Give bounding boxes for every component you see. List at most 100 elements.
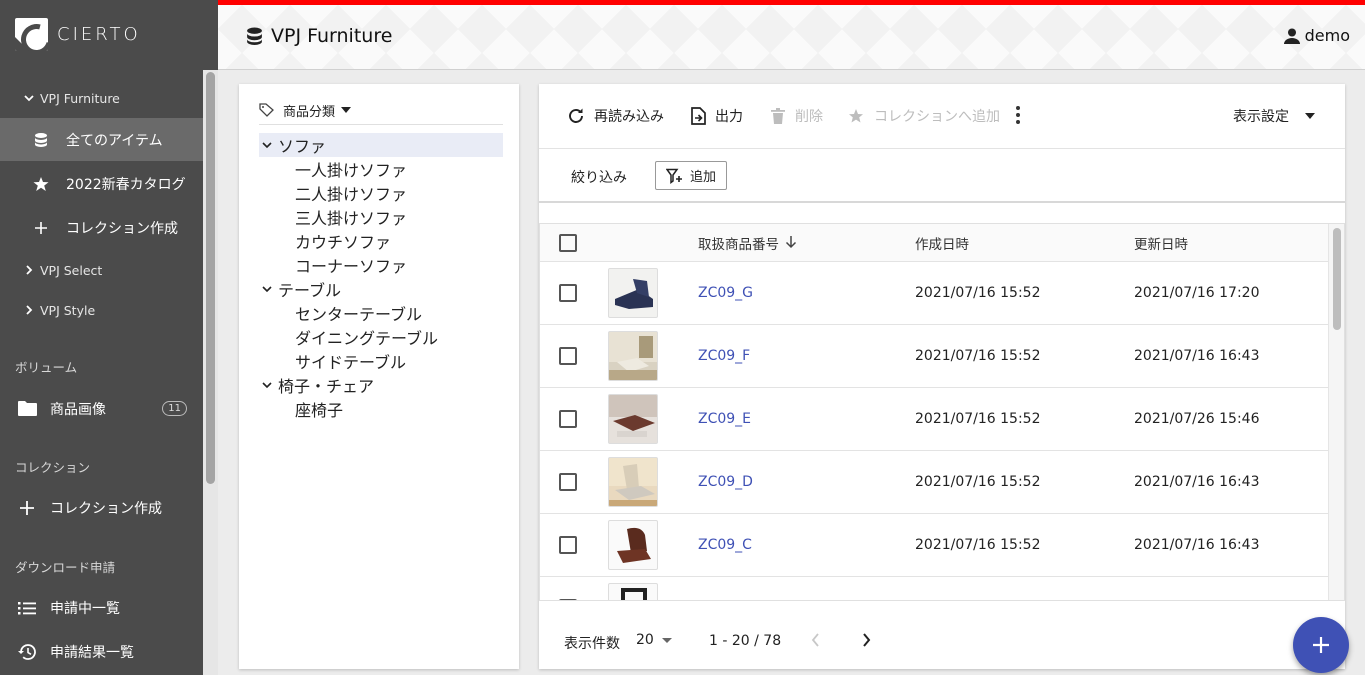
- scrollbar-thumb[interactable]: [1333, 228, 1341, 330]
- tree-header[interactable]: 商品分類: [259, 96, 503, 125]
- page-size-select[interactable]: 20: [636, 632, 672, 648]
- export-button[interactable]: 出力: [691, 106, 743, 126]
- add-filter-button[interactable]: 追加: [655, 161, 728, 190]
- tree-node-sofa[interactable]: ソファ: [259, 133, 503, 157]
- brand-logo[interactable]: CIERTO: [15, 18, 141, 51]
- chevron-down-icon: [259, 381, 275, 389]
- sidebar-group-label: VPJ Furniture: [40, 90, 120, 106]
- table-row[interactable]: ZC09_C 2021/07/16 15:52 2021/07/16 16:43: [540, 514, 1330, 577]
- created-date: 2021/07/16 15:52: [915, 537, 1041, 553]
- checkbox[interactable]: [559, 536, 577, 554]
- view-settings-label: 表示設定: [1233, 109, 1289, 125]
- tree-node-couch-sofa[interactable]: カウチソファ: [295, 229, 391, 253]
- column-header-created[interactable]: 作成日時: [915, 224, 969, 261]
- sidebar-section-download: ダウンロード申請: [15, 560, 116, 575]
- created-date: 2021/07/16 15:52: [915, 348, 1041, 364]
- table-row[interactable]: ZC09_E 2021/07/16 15:52 2021/07/26 15:46: [540, 388, 1330, 451]
- table-row[interactable]: ZC09_G 2021/07/16 15:52 2021/07/16 17:20: [540, 262, 1330, 325]
- tree-node-dining-table[interactable]: ダイニングテーブル: [295, 325, 438, 349]
- sidebar-item-label: コレクション作成: [66, 220, 178, 237]
- sidebar-group-vpj-style[interactable]: VPJ Style: [0, 298, 203, 322]
- sidebar-item-request-results[interactable]: 申請結果一覧: [0, 630, 203, 673]
- updated-date: 2021/07/16 17:20: [1134, 285, 1260, 301]
- column-header-updated[interactable]: 更新日時: [1134, 224, 1188, 261]
- checkbox[interactable]: [559, 473, 577, 491]
- row-checkbox[interactable]: [559, 325, 577, 387]
- checkbox[interactable]: [559, 233, 577, 252]
- row-checkbox[interactable]: [559, 262, 577, 324]
- add-to-collection-label: コレクションへ追加: [874, 109, 1000, 125]
- next-page-button[interactable]: [862, 633, 871, 651]
- tree-node-floor-chair[interactable]: 座椅子: [295, 397, 343, 421]
- sidebar-item-all-items[interactable]: 全てのアイテム: [0, 118, 203, 161]
- tree-node-single-sofa[interactable]: 一人掛けソファ: [295, 157, 407, 181]
- product-thumbnail[interactable]: [608, 388, 658, 450]
- tree-node-table[interactable]: テーブル: [259, 277, 341, 301]
- sidebar-item-create-collection[interactable]: コレクション作成: [0, 206, 203, 249]
- product-thumbnail[interactable]: [608, 514, 658, 576]
- product-thumbnail[interactable]: [608, 325, 658, 387]
- view-settings-button[interactable]: 表示設定: [1233, 106, 1315, 126]
- sidebar-scrollbar[interactable]: [203, 70, 218, 675]
- product-no-link[interactable]: ZC09_F: [698, 325, 750, 387]
- table-row[interactable]: ZC09_D 2021/07/16 15:52 2021/07/16 16:43: [540, 451, 1330, 514]
- select-all-checkbox[interactable]: [559, 224, 577, 261]
- sidebar-group-label: VPJ Select: [40, 262, 103, 278]
- tree-node-two-seat-sofa[interactable]: 二人掛けソファ: [295, 181, 407, 205]
- scrollbar-thumb[interactable]: [206, 72, 215, 484]
- caret-down-icon: [1305, 113, 1315, 119]
- delete-label: 削除: [795, 109, 823, 125]
- pagination-bar: 表示件数 20 1 - 20 / 78: [539, 615, 1345, 669]
- tree-node-corner-sofa[interactable]: コーナーソファ: [295, 253, 407, 277]
- updated-date: 2021/07/16 16:43: [1134, 537, 1260, 553]
- product-thumbnail[interactable]: [608, 583, 658, 600]
- export-label: 出力: [715, 109, 743, 125]
- tree-node-three-seat-sofa[interactable]: 三人掛けソファ: [295, 205, 407, 229]
- add-item-fab[interactable]: [1293, 617, 1349, 673]
- more-menu-button[interactable]: [1015, 105, 1021, 125]
- tree-node-chair[interactable]: 椅子・チェア: [259, 373, 374, 397]
- sidebar-item-label: コレクション作成: [50, 500, 162, 517]
- product-no-link[interactable]: ZC09_C: [698, 514, 752, 576]
- sidebar-item-2022-catalog[interactable]: 2022新春カタログ: [0, 162, 203, 205]
- product-thumbnail[interactable]: [608, 451, 658, 513]
- sidebar-item-product-images[interactable]: 商品画像 11: [0, 387, 203, 430]
- checkbox[interactable]: [559, 284, 577, 302]
- folder-icon: [16, 400, 38, 417]
- prev-page-button[interactable]: [811, 633, 820, 651]
- checkbox[interactable]: [559, 599, 577, 600]
- category-tree-panel: 商品分類 ソファ 一人掛けソファ 二人掛けソファ 三人掛けソファ カウチソファ …: [239, 84, 519, 669]
- product-image: [608, 520, 658, 570]
- product-thumbnail[interactable]: [608, 262, 658, 324]
- add-to-collection-button[interactable]: コレクションへ追加: [849, 106, 1000, 126]
- updated-date: 2021/07/16 16:43: [1134, 474, 1260, 490]
- delete-button[interactable]: 削除: [771, 106, 823, 126]
- table-row[interactable]: [540, 577, 1330, 600]
- table-scrollbar[interactable]: [1328, 224, 1344, 600]
- row-checkbox[interactable]: [559, 451, 577, 513]
- tree-node-center-table[interactable]: センターテーブル: [295, 301, 422, 325]
- row-checkbox[interactable]: [559, 599, 577, 600]
- caret-down-icon: [661, 637, 672, 643]
- sidebar-create-collection[interactable]: コレクション作成: [0, 486, 203, 529]
- created-date: 2021/07/16 15:52: [915, 285, 1041, 301]
- sidebar-item-pending-requests[interactable]: 申請中一覧: [0, 586, 203, 629]
- updated-date: 2021/07/26 15:46: [1134, 411, 1260, 427]
- created-date: 2021/07/16 15:52: [915, 411, 1041, 427]
- tree-node-side-table[interactable]: サイドテーブル: [295, 349, 406, 373]
- user-menu[interactable]: demo: [1283, 26, 1350, 45]
- checkbox[interactable]: [559, 347, 577, 365]
- product-no-link[interactable]: ZC09_G: [698, 262, 753, 324]
- sidebar-group-vpj-furniture[interactable]: VPJ Furniture: [0, 86, 203, 110]
- product-image: [608, 394, 658, 444]
- product-no-link[interactable]: ZC09_E: [698, 388, 751, 450]
- sidebar-group-vpj-select[interactable]: VPJ Select: [0, 258, 203, 282]
- column-header-product-no[interactable]: 取扱商品番号: [698, 224, 797, 261]
- table-row[interactable]: ZC09_F 2021/07/16 15:52 2021/07/16 16:43: [540, 325, 1330, 388]
- row-checkbox[interactable]: [559, 388, 577, 450]
- checkbox[interactable]: [559, 410, 577, 428]
- reload-button[interactable]: 再読み込み: [567, 106, 664, 126]
- row-checkbox[interactable]: [559, 514, 577, 576]
- product-no-link[interactable]: ZC09_D: [698, 451, 753, 513]
- sidebar-item-label: 全てのアイテム: [66, 132, 163, 149]
